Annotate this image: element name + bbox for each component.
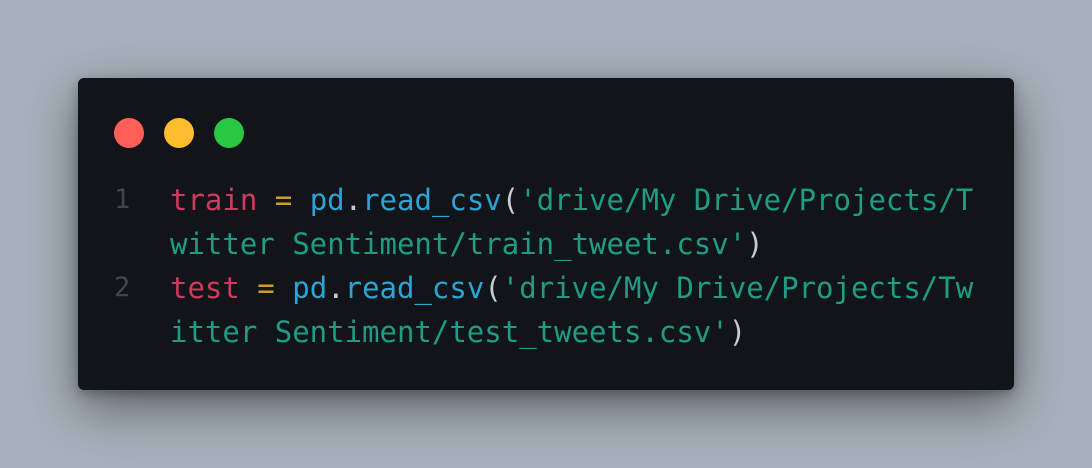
dot-token: . xyxy=(344,183,363,217)
module-token: pd xyxy=(309,183,345,217)
dot-token: . xyxy=(327,271,345,305)
maximize-dot-icon[interactable] xyxy=(214,118,244,148)
line-number: 1 xyxy=(114,184,131,215)
variable-token: test xyxy=(170,271,240,305)
line-number: 2 xyxy=(114,272,131,303)
code-block: 1 train = pd.read_csv('drive/My Drive/Pr… xyxy=(78,178,1014,354)
open-paren-token: ( xyxy=(501,183,520,217)
minimize-dot-icon[interactable] xyxy=(164,118,194,148)
operator-token: = xyxy=(239,271,293,305)
close-paren-token: ) xyxy=(728,315,747,349)
code-line: 1 train = pd.read_csv('drive/My Drive/Pr… xyxy=(78,178,1014,266)
close-dot-icon[interactable] xyxy=(114,118,144,148)
open-paren-token: ( xyxy=(484,271,502,305)
variable-token: train xyxy=(170,183,258,217)
code-window: 1 train = pd.read_csv('drive/My Drive/Pr… xyxy=(78,78,1014,390)
window-controls xyxy=(114,118,244,148)
code-text: train = pd.read_csv('drive/My Drive/Proj… xyxy=(170,178,982,266)
code-line: 2 test = pd.read_csv('drive/My Drive/Pro… xyxy=(78,266,1014,354)
module-token: pd xyxy=(292,271,328,305)
function-token: read_csv xyxy=(344,271,485,305)
code-text: test = pd.read_csv('drive/My Drive/Proje… xyxy=(170,266,982,354)
close-paren-token: ) xyxy=(746,227,764,261)
operator-token: = xyxy=(257,183,310,217)
function-token: read_csv xyxy=(362,183,502,217)
